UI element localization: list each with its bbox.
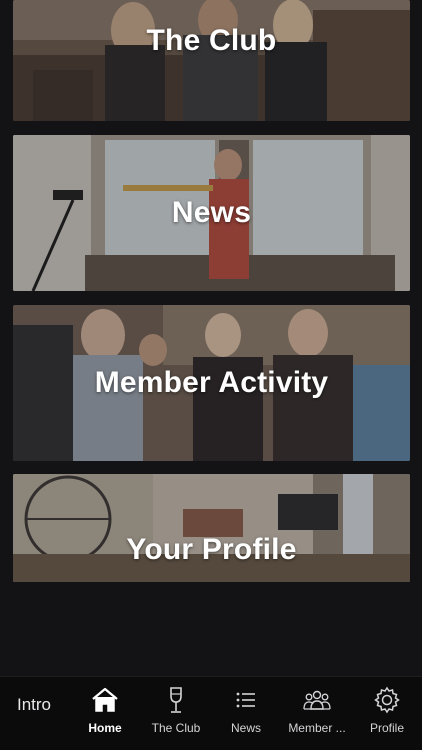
tab-profile[interactable]: Profile <box>352 685 422 745</box>
tab-label: News <box>230 721 261 735</box>
tab-the-club[interactable]: The Club <box>141 685 211 745</box>
tab-label: Profile <box>369 721 404 735</box>
card-title: The Club <box>146 24 277 57</box>
tab-label: The Club <box>151 721 201 735</box>
home-screen: The Club News Member Activity Your Profi… <box>0 0 422 750</box>
gear-icon <box>374 686 400 714</box>
list-icon <box>236 692 255 708</box>
intro-button[interactable]: Intro <box>17 695 51 715</box>
bottom-tab-bar: Intro Home The Club News Member ... Prof… <box>0 676 422 750</box>
tab-news[interactable]: News <box>211 685 281 745</box>
the-club-card[interactable]: The Club <box>13 0 410 121</box>
home-icon <box>92 687 118 712</box>
tab-label: Member ... <box>288 721 346 735</box>
wine-glass-icon <box>170 687 182 713</box>
your-profile-card[interactable]: Your Profile <box>13 474 410 582</box>
tab-label: Home <box>88 721 122 735</box>
card-title: Your Profile <box>126 533 297 566</box>
card-title: News <box>171 196 252 229</box>
tab-home[interactable]: Home <box>70 685 140 745</box>
tab-member-activity[interactable]: Member ... <box>282 685 352 745</box>
news-card[interactable]: News <box>13 135 410 291</box>
card-title: Member Activity <box>94 366 329 399</box>
member-activity-card[interactable]: Member Activity <box>13 305 410 461</box>
people-group-icon <box>303 690 331 710</box>
